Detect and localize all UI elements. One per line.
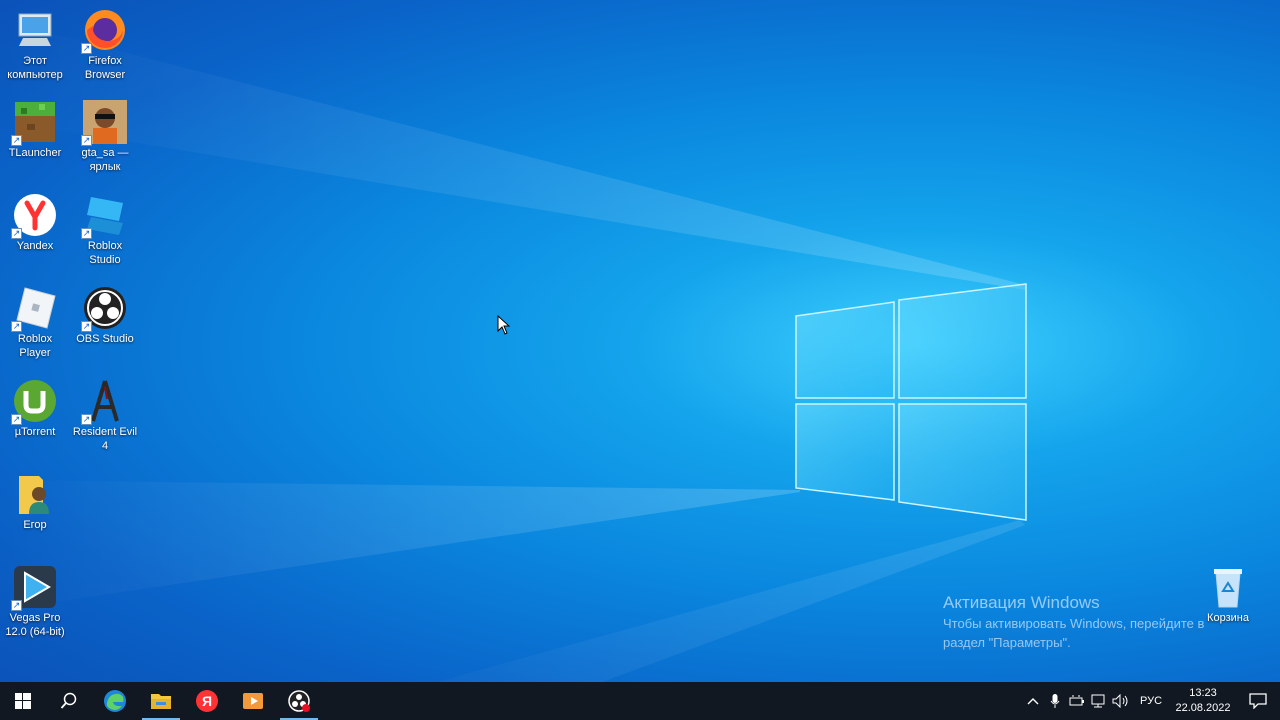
shortcut-arrow-icon: ↗ — [81, 135, 92, 146]
shortcut-arrow-icon: ↗ — [11, 228, 22, 239]
roblox-player-icon: ↗ — [11, 286, 57, 332]
notification-center-button[interactable] — [1236, 682, 1280, 720]
battery-icon — [1069, 695, 1084, 706]
shortcut-arrow-icon: ↗ — [11, 135, 22, 146]
activation-message: Чтобы активировать Windows, перейдите в … — [943, 616, 1205, 650]
volume-icon — [1112, 694, 1128, 708]
notification-icon — [1249, 693, 1267, 709]
desktop-icon-user-folder[interactable]: Егор — [0, 472, 72, 532]
shortcut-arrow-icon: ↗ — [81, 321, 92, 332]
recycle-bin-icon — [1206, 565, 1250, 609]
start-icon — [15, 693, 31, 709]
microphone-icon — [1050, 694, 1060, 708]
obs-recording-icon — [288, 690, 310, 712]
desktop-icon-obs-studio[interactable]: ↗ OBS Studio — [68, 286, 142, 346]
media-player-icon — [243, 693, 263, 709]
mouse-cursor-icon — [497, 315, 511, 335]
clock-date: 22.08.2022 — [1175, 702, 1231, 714]
taskbar-edge[interactable] — [92, 682, 138, 720]
gta-sa-icon: ↗ — [81, 100, 127, 146]
file-explorer-icon — [151, 694, 171, 709]
resident-evil-icon: ↗ — [81, 379, 127, 425]
tlauncher-icon: ↗ — [11, 100, 57, 146]
clock-time: 13:23 — [1189, 687, 1217, 699]
shortcut-arrow-icon: ↗ — [11, 414, 22, 425]
desktop-icon-this-pc[interactable]: Этот компьютер — [0, 8, 72, 82]
shortcut-arrow-icon: ↗ — [11, 600, 22, 611]
tray-power[interactable] — [1066, 682, 1088, 720]
svg-text:Я: Я — [202, 693, 212, 709]
desktop-icon-gta-sa[interactable]: ↗ gta_sa — ярлык — [68, 100, 142, 174]
tray-network[interactable] — [1088, 682, 1110, 720]
desktop-icon-resident-evil[interactable]: ↗ Resident Evil 4 — [68, 379, 142, 453]
search-button[interactable] — [46, 682, 92, 720]
taskbar-yandex-browser[interactable]: Я — [184, 682, 230, 720]
desktop-icon-roblox-player[interactable]: ↗ Roblox Player — [0, 286, 72, 360]
activation-watermark: Активация Windows Чтобы активировать Win… — [943, 592, 1204, 652]
firefox-icon: ↗ — [81, 8, 127, 54]
shortcut-arrow-icon: ↗ — [81, 43, 92, 54]
activation-title: Активация Windows — [943, 593, 1100, 612]
computer-icon — [13, 8, 57, 52]
taskbar-file-explorer[interactable] — [138, 682, 184, 720]
taskbar-obs[interactable] — [276, 682, 322, 720]
tray-overflow-button[interactable] — [1022, 682, 1044, 720]
vegas-pro-icon: ↗ — [11, 565, 57, 611]
tray-microphone[interactable] — [1044, 682, 1066, 720]
shortcut-arrow-icon: ↗ — [81, 228, 92, 239]
roblox-studio-icon: ↗ — [81, 193, 127, 239]
network-icon — [1091, 694, 1105, 708]
chevron-up-icon — [1027, 698, 1039, 705]
search-icon — [60, 692, 77, 709]
utorrent-icon: ↗ — [11, 379, 57, 425]
yandex-browser-icon: Я — [196, 690, 218, 712]
edge-icon — [104, 690, 126, 712]
yandex-icon: ↗ — [11, 193, 57, 239]
desktop-icon-firefox[interactable]: ↗ Firefox Browser — [68, 8, 142, 82]
taskbar-media-player[interactable] — [230, 682, 276, 720]
tray-language[interactable]: РУС — [1132, 682, 1170, 720]
desktop-icon-vegas-pro[interactable]: ↗ Vegas Pro 12.0 (64-bit) — [0, 565, 72, 639]
tray-clock[interactable]: 13:23 22.08.2022 — [1170, 686, 1236, 716]
shortcut-arrow-icon: ↗ — [11, 321, 22, 332]
desktop-icon-roblox-studio[interactable]: ↗ Roblox Studio — [68, 193, 142, 267]
desktop-icon-tlauncher[interactable]: ↗ TLauncher — [0, 100, 72, 160]
desktop-icon-utorrent[interactable]: ↗ µTorrent — [0, 379, 72, 439]
system-tray: РУС 13:23 22.08.2022 — [1022, 682, 1280, 720]
desktop-icon-yandex[interactable]: ↗ Yandex — [0, 193, 72, 253]
user-folder-icon — [13, 472, 57, 516]
obs-icon: ↗ — [81, 286, 127, 332]
tray-volume[interactable] — [1110, 682, 1132, 720]
start-button[interactable] — [0, 682, 46, 720]
windows-logo-wallpaper — [795, 283, 1027, 521]
taskbar: Я РУС 13:23 22.08.2022 — [0, 682, 1280, 720]
shortcut-arrow-icon: ↗ — [81, 414, 92, 425]
